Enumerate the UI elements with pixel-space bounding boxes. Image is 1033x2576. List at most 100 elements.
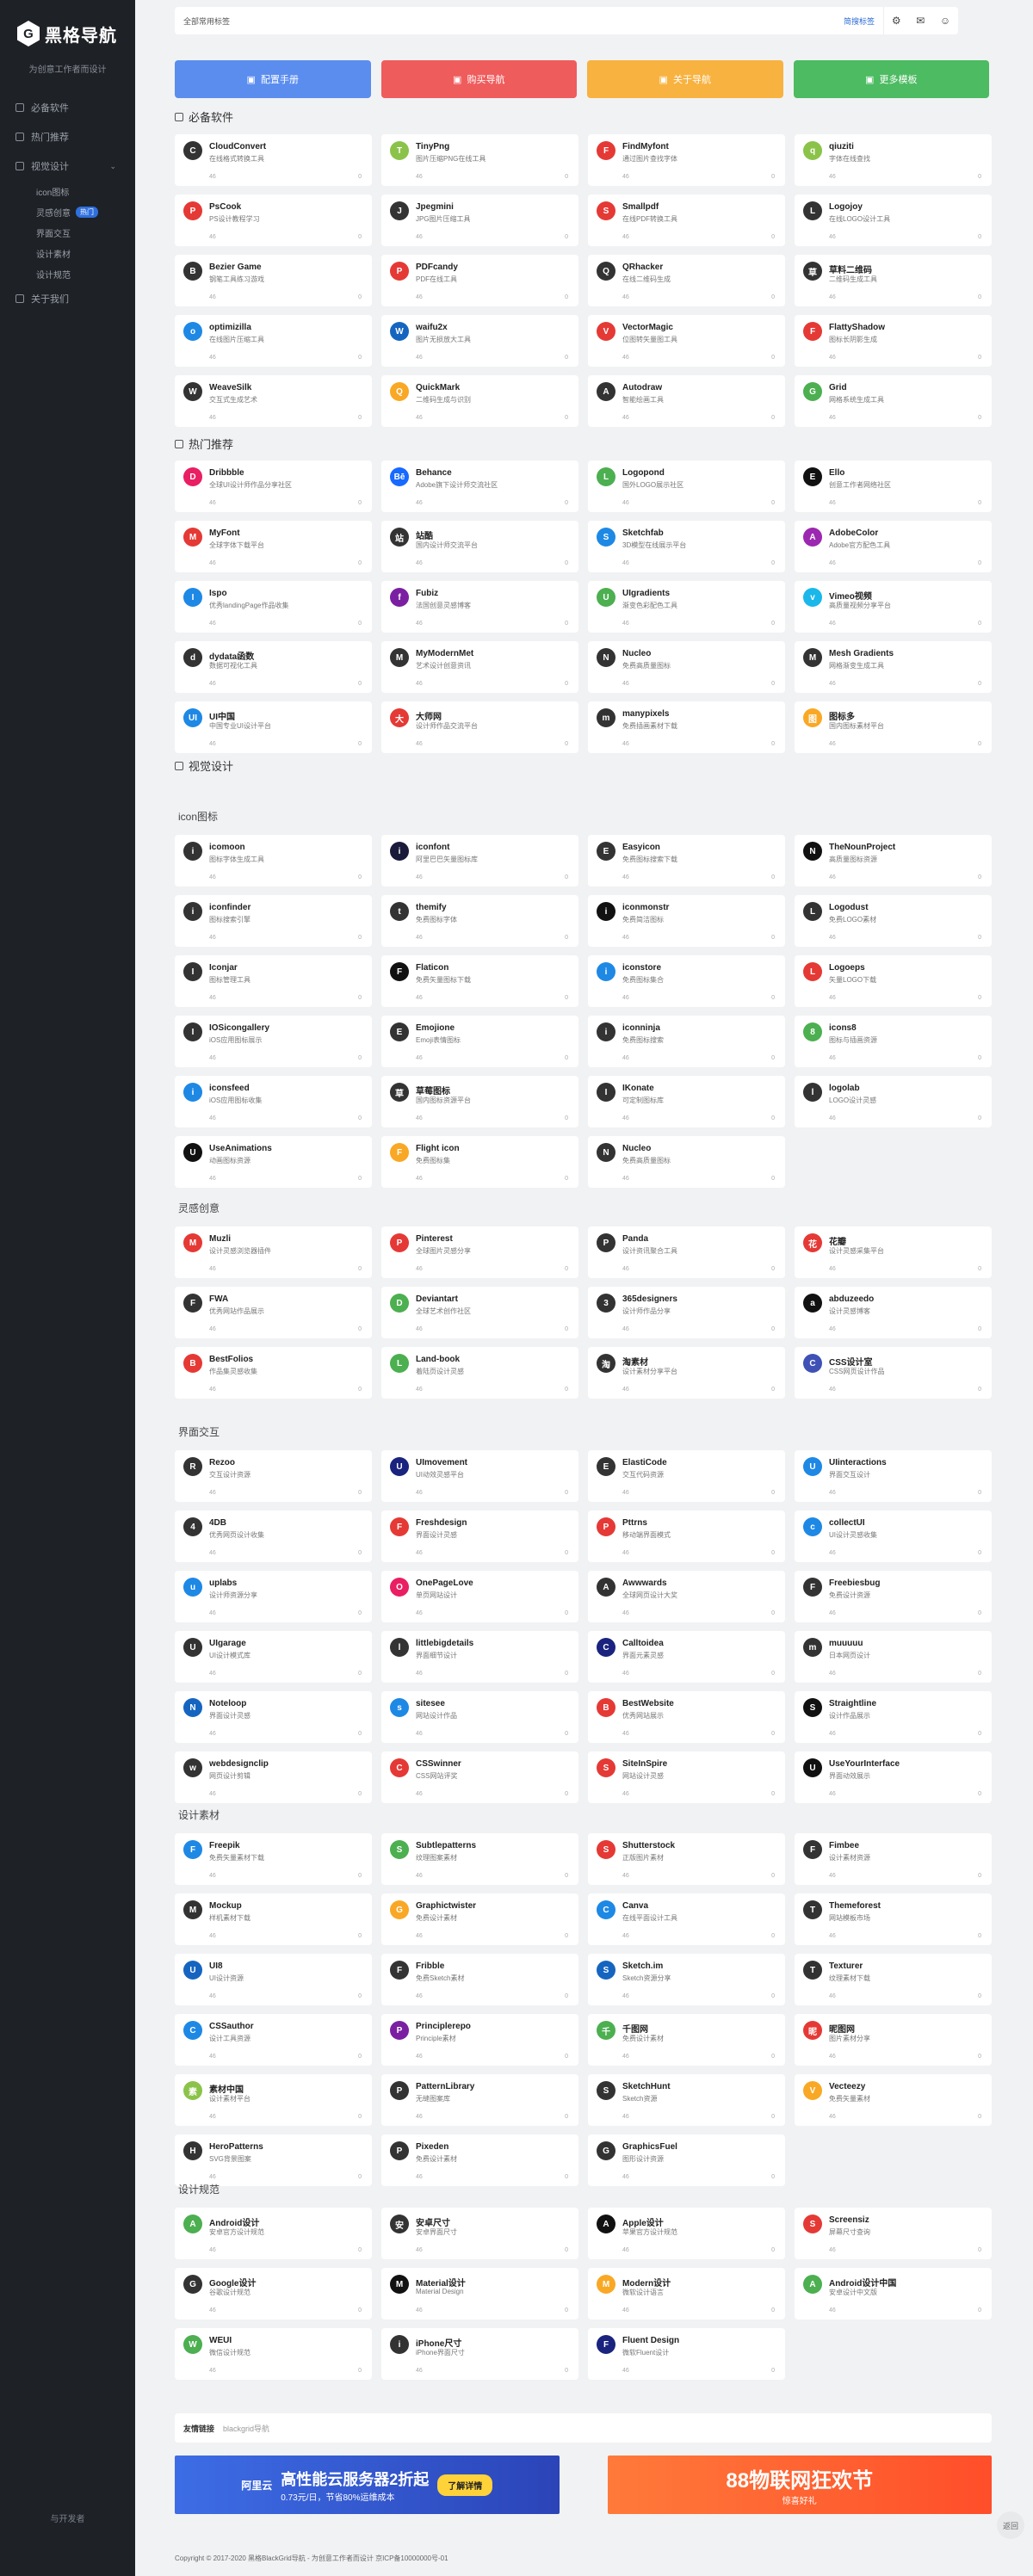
site-card[interactable]: P Panda 设计资讯聚合工具 46 0 <box>588 1226 785 1278</box>
site-card[interactable]: a abduzeedo 设计灵感博客 46 0 <box>795 1287 992 1338</box>
site-card[interactable]: L Logodust 免费LOGO素材 46 0 <box>795 895 992 947</box>
site-card[interactable]: L Logojoy 在线LOGO设计工具 46 0 <box>795 195 992 246</box>
site-card[interactable]: i iconfont 阿里巴巴矢量图标库 46 0 <box>381 835 578 886</box>
site-card[interactable]: i iconninja 免费图标搜索 46 0 <box>588 1016 785 1067</box>
site-card[interactable]: B BestWebsite 优秀网站展示 46 0 <box>588 1691 785 1743</box>
site-card[interactable]: P PDFcandy PDF在线工具 46 0 <box>381 255 578 306</box>
site-card[interactable]: 安安卓尺寸 安卓界面尺寸 46 0 <box>381 2208 578 2259</box>
sidebar-item[interactable]: 视觉设计 ⌄ <box>0 151 135 181</box>
site-card[interactable]: i iconstore 免费图标集合 46 0 <box>588 955 785 1007</box>
search-input[interactable]: 全部常用标签 <box>183 15 230 27</box>
site-card[interactable]: M Muzli 设计灵感浏览器插件 46 0 <box>175 1226 372 1278</box>
site-card[interactable]: q qiuziti 字体在线查找 46 0 <box>795 134 992 186</box>
site-card[interactable]: 3 365designers 设计师作品分享 46 0 <box>588 1287 785 1338</box>
site-card[interactable]: U UIgradients 渐变色彩配色工具 46 0 <box>588 581 785 633</box>
back-to-top-button[interactable]: 返回 <box>997 2511 1024 2539</box>
site-card[interactable]: M MyModernMet 艺术设计创意资讯 46 0 <box>381 641 578 693</box>
site-card[interactable]: P Principlerepo Principle素材 46 0 <box>381 2014 578 2066</box>
site-card[interactable]: I Ispo 优秀landingPage作品收集 46 0 <box>175 581 372 633</box>
site-card[interactable]: G Google设计 谷歌设计规范 46 0 <box>175 2268 372 2320</box>
site-card[interactable]: 素素材中国 设计素材平台 46 0 <box>175 2074 372 2126</box>
site-card[interactable]: Bē Behance Adobe旗下设计师交流社区 46 0 <box>381 460 578 512</box>
site-card[interactable]: F FindMyfont 通过图片查找字体 46 0 <box>588 134 785 186</box>
site-card[interactable]: T Themeforest 网站模板市场 46 0 <box>795 1893 992 1945</box>
site-card[interactable]: P Pttrns 移动端界面模式 46 0 <box>588 1510 785 1562</box>
site-card[interactable]: S SketchHunt Sketch资源 46 0 <box>588 2074 785 2126</box>
site-card[interactable]: l logolab LOGO设计灵感 46 0 <box>795 1076 992 1127</box>
site-card[interactable]: E Emojione Emoji表情图标 46 0 <box>381 1016 578 1067</box>
site-card[interactable]: T Texturer 纹理素材下载 46 0 <box>795 1954 992 2005</box>
site-card[interactable]: N TheNounProject 高质量图标资源 46 0 <box>795 835 992 886</box>
sidebar-item[interactable]: 热门推荐 <box>0 122 135 151</box>
site-card[interactable]: F Fribble 免费Sketch素材 46 0 <box>381 1954 578 2005</box>
banner-button[interactable]: ▣ 更多模板 <box>793 60 989 98</box>
site-card[interactable]: UI UI中国 中国专业UI设计平台 46 0 <box>175 701 372 753</box>
site-card[interactable]: L Logoeps 矢量LOGO下载 46 0 <box>795 955 992 1007</box>
site-card[interactable]: P PsCook PS设计教程学习 46 0 <box>175 195 372 246</box>
site-card[interactable]: S SiteInSpire 网站设计灵感 46 0 <box>588 1751 785 1803</box>
site-card[interactable]: t themify 免费图标字体 46 0 <box>381 895 578 947</box>
search-bar[interactable]: 全部常用标签 简搜标签 <box>175 7 884 34</box>
ad-cta-button[interactable]: 了解详情 <box>437 2474 493 2496</box>
site-card[interactable]: A Android设计 安卓官方设计规范 46 0 <box>175 2208 372 2259</box>
friend-link[interactable]: blackgrid导航 <box>223 2423 269 2434</box>
site-card[interactable]: E ElastiCode 交互代码资源 46 0 <box>588 1450 785 1502</box>
site-card[interactable]: I IOSicongallery iOS应用图标展示 46 0 <box>175 1016 372 1067</box>
site-card[interactable]: R Rezoo 交互设计资源 46 0 <box>175 1450 372 1502</box>
site-card[interactable]: 草草料二维码 二维码生成工具 46 0 <box>795 255 992 306</box>
site-card[interactable]: i iPhone尺寸 iPhone界面尺寸 46 0 <box>381 2328 578 2380</box>
site-card[interactable]: F FWA 优秀网站作品展示 46 0 <box>175 1287 372 1338</box>
sidebar-subitem[interactable]: 设计素材 <box>0 243 135 263</box>
banner-button[interactable]: ▣ 购买导航 <box>380 60 577 98</box>
site-card[interactable]: u uplabs 设计师资源分享 46 0 <box>175 1571 372 1622</box>
site-card[interactable]: U UIgarage UI设计模式库 46 0 <box>175 1631 372 1683</box>
site-card[interactable]: O OnePageLove 单页网站设计 46 0 <box>381 1571 578 1622</box>
site-card[interactable]: S Screensiz 屏幕尺寸查询 46 0 <box>795 2208 992 2259</box>
site-card[interactable]: D Dribbble 全球UI设计师作品分享社区 46 0 <box>175 460 372 512</box>
site-card[interactable]: W WeaveSilk 交互式生成艺术 46 0 <box>175 375 372 427</box>
sidebar-subitem[interactable]: 灵感创意 热门 <box>0 201 135 222</box>
site-card[interactable]: s sitesee 网站设计作品 46 0 <box>381 1691 578 1743</box>
site-card[interactable]: Wwaifu2x 图片无损放大工具 46 0 <box>381 315 578 367</box>
site-card[interactable]: V Vecteezy 免费矢量素材 46 0 <box>795 2074 992 2126</box>
site-card[interactable]: E Ello 创意工作者网络社区 46 0 <box>795 460 992 512</box>
site-card[interactable]: G GraphicsFuel 图形设计资源 46 0 <box>588 2134 785 2186</box>
site-card[interactable]: 千千图网 免费设计素材 46 0 <box>588 2014 785 2066</box>
site-card[interactable]: 大大师网 设计师作品交流平台 46 0 <box>381 701 578 753</box>
site-card[interactable]: U UImovement UI动效灵感平台 46 0 <box>381 1450 578 1502</box>
sidebar-subitem[interactable]: 设计规范 <box>0 263 135 284</box>
site-card[interactable]: A AdobeColor Adobe官方配色工具 46 0 <box>795 521 992 572</box>
site-card[interactable]: i iconmonstr 免费简洁图标 46 0 <box>588 895 785 947</box>
site-card[interactable]: M Mockup 样机素材下载 46 0 <box>175 1893 372 1945</box>
site-card[interactable]: f Fubiz 法国创意灵感博客 46 0 <box>381 581 578 633</box>
sidebar-subitem[interactable]: 界面交互 <box>0 222 135 243</box>
site-card[interactable]: A Android设计中国 安卓设计中文版 46 0 <box>795 2268 992 2320</box>
site-card[interactable]: U UIinteractions 界面交互设计 46 0 <box>795 1450 992 1502</box>
site-card[interactable]: C CSSauthor 设计工具资源 46 0 <box>175 2014 372 2066</box>
site-card[interactable]: U UI8 UI设计资源 46 0 <box>175 1954 372 2005</box>
site-card[interactable]: S Subtlepatterns 纹理图案素材 46 0 <box>381 1833 578 1885</box>
site-card[interactable]: S Sketchfab 3D模型在线展示平台 46 0 <box>588 521 785 572</box>
banner-button[interactable]: ▣ 关于导航 <box>587 60 783 98</box>
site-card[interactable]: F Flaticon 免费矢量图标下载 46 0 <box>381 955 578 1007</box>
site-card[interactable]: A Autodraw 智能绘画工具 46 0 <box>588 375 785 427</box>
site-card[interactable]: N Nucleo 免费高质量图标 46 0 <box>588 1136 785 1188</box>
site-card[interactable]: l littlebigdetails 界面细节设计 46 0 <box>381 1631 578 1683</box>
site-card[interactable]: Q QRhacker 在线二维码生成 46 0 <box>588 255 785 306</box>
site-card[interactable]: 昵昵图网 图片素材分享 46 0 <box>795 2014 992 2066</box>
site-card[interactable]: F Freshdesign 界面设计灵感 46 0 <box>381 1510 578 1562</box>
site-card[interactable]: A Apple设计 苹果官方设计规范 46 0 <box>588 2208 785 2259</box>
gear-icon[interactable]: ⚙ <box>892 15 901 27</box>
site-card[interactable]: G Grid 网格系统生成工具 46 0 <box>795 375 992 427</box>
site-card[interactable]: U UseAnimations 动画图标资源 46 0 <box>175 1136 372 1188</box>
site-card[interactable]: F Fluent Design 微软Fluent设计 46 0 <box>588 2328 785 2380</box>
site-card[interactable]: M Mesh Gradients 网格渐变生成工具 46 0 <box>795 641 992 693</box>
site-card[interactable]: U UseYourInterface 界面动效展示 46 0 <box>795 1751 992 1803</box>
site-card[interactable]: 8 icons8 图标与插画资源 46 0 <box>795 1016 992 1067</box>
logo[interactable]: G 黑格导航 <box>17 21 117 46</box>
site-card[interactable]: i icomoon 图标字体生成工具 46 0 <box>175 835 372 886</box>
site-card[interactable]: B BestFolios 作品集灵感收集 46 0 <box>175 1347 372 1399</box>
site-card[interactable]: M Material设计 Material Design 46 0 <box>381 2268 578 2320</box>
site-card[interactable]: J Jpegmini JPG图片压缩工具 46 0 <box>381 195 578 246</box>
ad-banner-iot[interactable]: 88物联网狂欢节 惊喜好礼 <box>607 2456 992 2514</box>
